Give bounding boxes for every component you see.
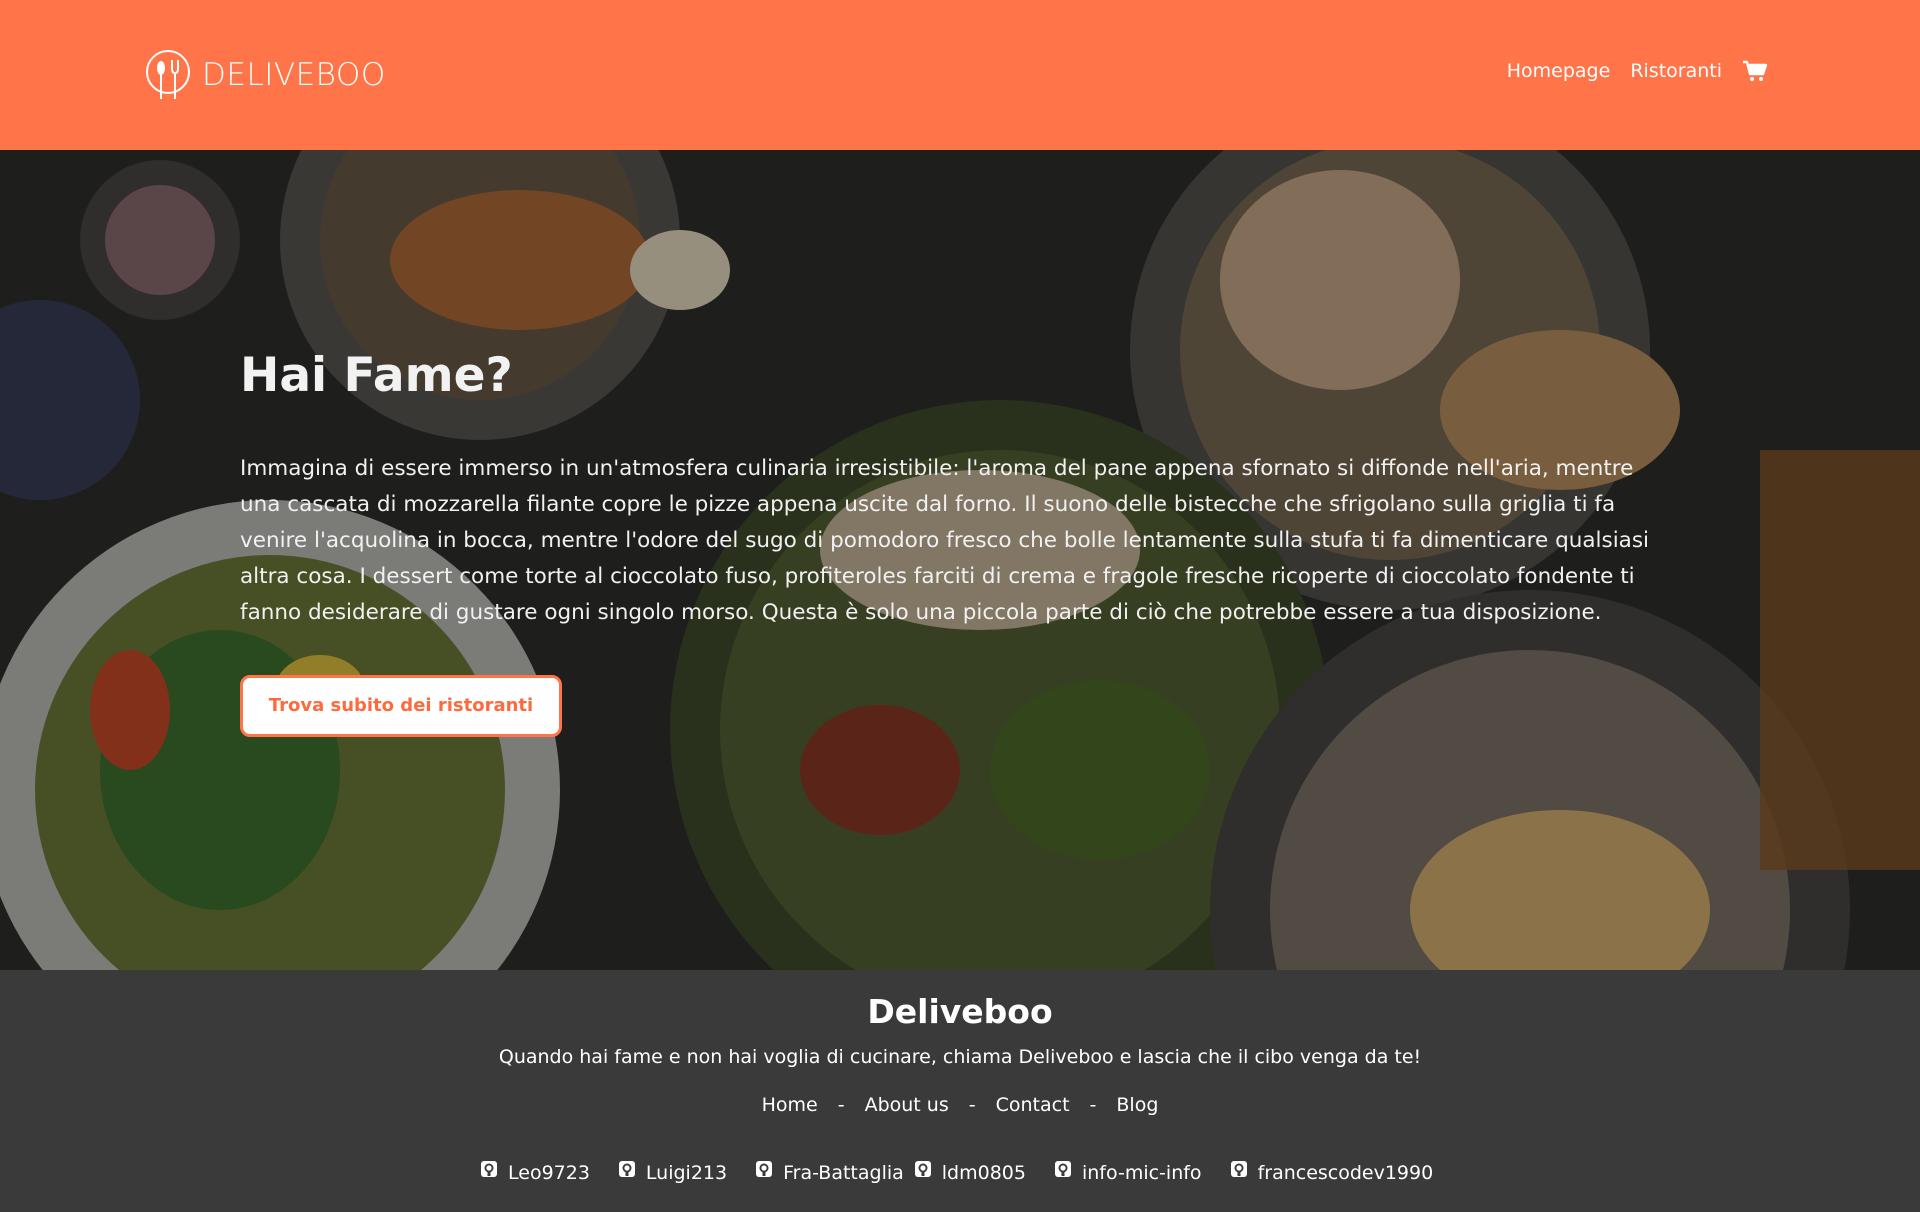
github-icon	[756, 1161, 773, 1177]
dev-name: Fra-Battaglia	[783, 1162, 904, 1184]
cart-icon[interactable]	[1742, 59, 1768, 83]
footer-link-about[interactable]: About us	[865, 1094, 949, 1116]
dev-name: francescodev1990	[1257, 1162, 1434, 1184]
dev-name: Leo9723	[508, 1162, 590, 1184]
dev-name: info-mic-info	[1081, 1162, 1202, 1184]
dev-link-luigi213[interactable]: Luigi213	[618, 1161, 728, 1184]
github-icon	[1054, 1161, 1071, 1177]
github-icon	[1230, 1161, 1247, 1177]
dev-link-fra-battaglia[interactable]: Fra-Battaglia	[755, 1161, 904, 1184]
hero-description: Immagina di essere immerso in un'atmosfe…	[240, 456, 1650, 625]
footer-links: Home - About us - Contact - Blog	[0, 1094, 1920, 1116]
footer-separator: -	[1089, 1094, 1097, 1116]
footer-separator: -	[968, 1094, 976, 1116]
footer-separator: -	[837, 1094, 845, 1116]
hero-content: Hai Fame? Immagina di essere immerso in …	[240, 348, 1670, 737]
developer-links: Leo9723 Luigi213 Fra-Battaglia ldm0805 i…	[480, 1161, 1480, 1184]
brand-logo[interactable]: DELIVEBOO	[144, 48, 386, 102]
site-header: DELIVEBOO Homepage Ristoranti	[0, 0, 1920, 150]
cutlery-icon	[146, 50, 190, 99]
brand-name: DELIVEBOO	[202, 57, 386, 93]
footer-link-contact[interactable]: Contact	[996, 1094, 1070, 1116]
hero-section: Hai Fame? Immagina di essere immerso in …	[0, 150, 1920, 970]
site-footer: Deliveboo Quando hai fame e non hai vogl…	[0, 970, 1920, 1212]
dev-name: ldm0805	[941, 1162, 1026, 1184]
find-restaurants-button[interactable]: Trova subito dei ristoranti	[240, 675, 562, 737]
github-icon	[618, 1161, 635, 1177]
github-icon	[481, 1161, 497, 1177]
dev-link-ldm0805[interactable]: ldm0805	[914, 1161, 1026, 1184]
dev-link-francescodev1990[interactable]: francescodev1990	[1230, 1161, 1434, 1184]
footer-link-home[interactable]: Home	[762, 1094, 818, 1116]
github-icon	[914, 1161, 931, 1177]
nav-ristoranti[interactable]: Ristoranti	[1630, 60, 1722, 82]
hero-title: Hai Fame?	[240, 348, 513, 403]
footer-title: Deliveboo	[867, 992, 1053, 1031]
footer-tagline: Quando hai fame e non hai voglia di cuci…	[498, 1046, 1422, 1068]
dev-link-leo9723[interactable]: Leo9723	[480, 1161, 590, 1184]
dev-name: Luigi213	[645, 1162, 728, 1184]
dev-link-info-mic-info[interactable]: info-mic-info	[1054, 1161, 1202, 1184]
footer-link-blog[interactable]: Blog	[1116, 1094, 1158, 1116]
main-nav: Homepage Ristoranti	[1507, 59, 1768, 83]
nav-homepage[interactable]: Homepage	[1507, 60, 1611, 82]
